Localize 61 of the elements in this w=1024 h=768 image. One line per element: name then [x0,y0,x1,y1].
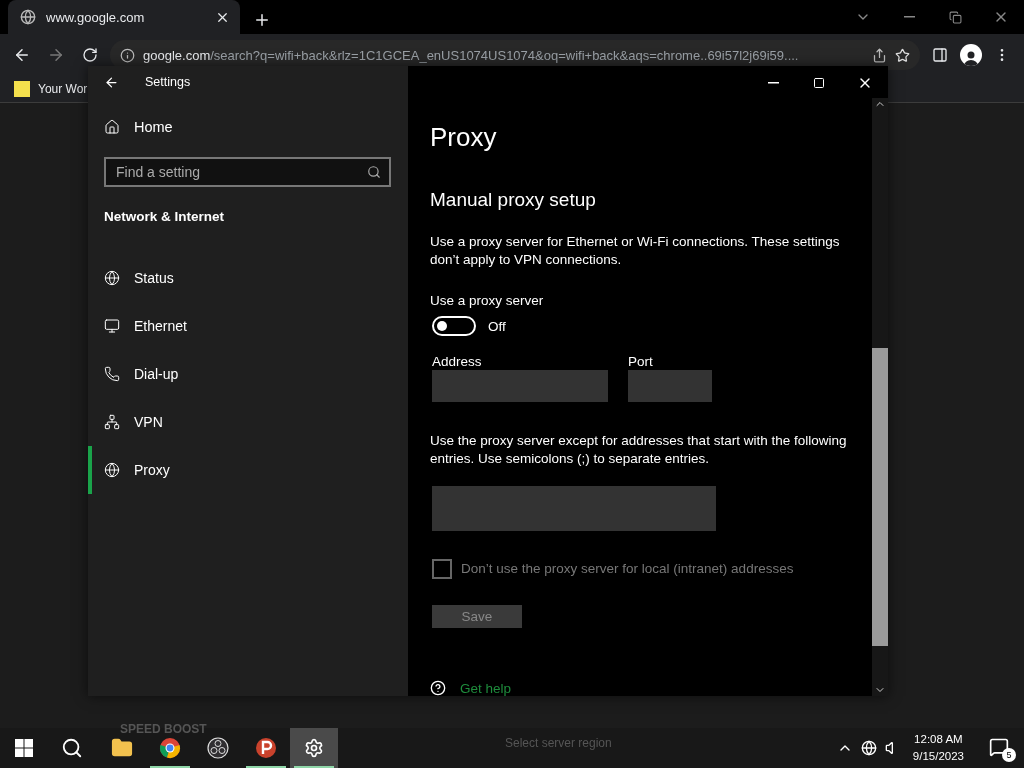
folder-icon [111,737,133,759]
background-text: SPEED BOOST [120,722,207,736]
forward-arrow-icon [47,46,65,64]
toggle-label: Use a proxy server [430,293,545,308]
globe-icon [104,462,120,478]
share-icon[interactable] [872,47,887,63]
network-icon [104,414,120,430]
reload-icon [82,47,98,63]
sidebar-item[interactable]: VPN [88,398,408,446]
search-field[interactable]: Find a setting [104,157,391,187]
home-link[interactable]: Home [104,119,408,135]
gear-icon [304,738,324,758]
profile-avatar[interactable] [960,44,982,66]
info-icon [120,47,135,63]
scrollbar[interactable] [872,98,888,696]
search-icon [367,165,381,179]
page-title: Proxy [430,122,498,153]
maximize-icon [813,77,825,89]
tab-title: www.google.com [46,9,146,25]
app-logo-icon [255,737,277,759]
minimize-icon [903,16,915,18]
notification-button[interactable]: 5 [984,733,1014,763]
sidebar-item[interactable]: Ethernet [88,302,408,350]
taskbar-app[interactable] [290,728,338,768]
clock[interactable]: 12:08 AM 9/15/2023 [912,731,964,765]
description-text: Use a proxy server for Ethernet or Wi-Fi connections. These settings don’t apply to VPN connections. [430,233,841,269]
toggle-switch[interactable] [432,316,476,336]
sidebar-item[interactable]: Status [88,254,408,302]
phone-icon [104,366,120,382]
checkbox-label: Don’t use the proxy server for local (intranet) addresses [461,561,794,577]
input-field[interactable] [432,486,716,531]
field-label: Port [628,354,654,369]
windows-logo-icon [15,739,33,757]
field-label: Address [432,354,483,369]
message-icon [989,736,1009,757]
window-title: Settings [145,75,191,89]
plus-icon [253,11,271,29]
minimize-icon [767,82,779,84]
bookmark-link[interactable]: Your Wor [14,81,88,97]
background-text: Select server region [505,736,612,750]
section-title: Manual proxy setup [430,189,597,211]
globe-icon[interactable] [860,740,877,756]
globe-icon [20,9,36,25]
restore-icon [948,10,962,24]
globe-icon [104,270,120,286]
help-link[interactable]: Get help [430,680,872,696]
search-icon [61,737,83,759]
input-field[interactable] [628,370,712,402]
browser-tab[interactable]: www.google.com [8,0,240,34]
home-icon [104,119,120,135]
help-icon [430,680,446,696]
star-icon[interactable] [895,47,910,63]
input-field[interactable] [432,370,608,402]
section-heading: Network & Internet [104,209,226,224]
sidebar-item[interactable]: Dial-up [88,350,408,398]
side-panel-icon [932,47,948,63]
toggle-state-text: Off [488,318,506,334]
monitor-icon [104,318,120,334]
obs-icon [207,737,229,759]
description-text: Use the proxy server except for addresses that start with the following entries. Use semicolons (;) to separate entries. [430,432,848,468]
chrome-icon [159,737,181,759]
